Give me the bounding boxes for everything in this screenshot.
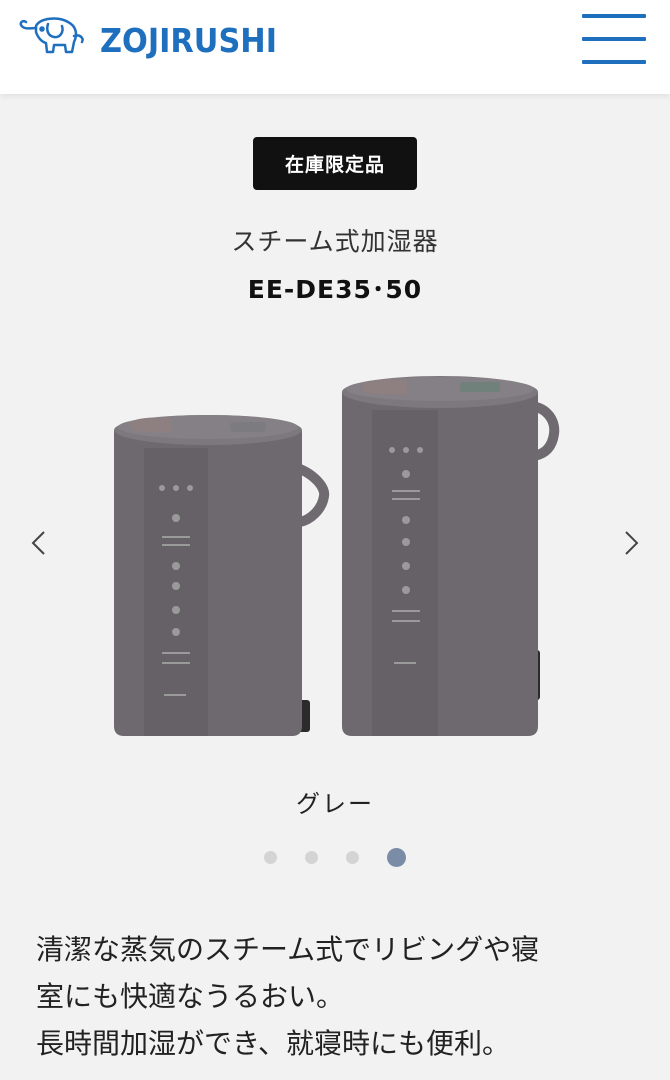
carousel-pagination	[0, 846, 670, 868]
menu-line	[582, 60, 646, 64]
carousel-dot[interactable]	[264, 850, 277, 864]
carousel-next-button[interactable]	[622, 530, 642, 556]
carousel-dot[interactable]	[305, 850, 318, 864]
chevron-right-icon	[625, 531, 639, 555]
humidifier-small	[114, 415, 330, 736]
elephant-logo-icon	[19, 17, 84, 54]
carousel-dot-active[interactable]	[387, 847, 406, 867]
menu-line	[582, 37, 646, 41]
carousel-prev-button[interactable]	[28, 530, 48, 556]
humidifier-large	[342, 376, 560, 736]
description-line: 室にも快適なうるおい。	[36, 980, 345, 1013]
description-line: 長時間加湿ができ、就寝時にも便利。	[36, 1027, 511, 1060]
brand-logo[interactable]: ZOJIRUSHI	[18, 12, 292, 64]
carousel-dot[interactable]	[346, 850, 359, 864]
product-category: スチーム式加湿器	[231, 227, 439, 256]
limited-stock-badge: 在庫限定品	[253, 137, 417, 190]
product-color-label: グレー	[296, 790, 374, 818]
site-header: ZOJIRUSHI	[0, 0, 670, 94]
product-description: 清潔な蒸気のスチーム式でリビングや寝 室にも快適なうるおい。 長時間加湿ができ、…	[36, 926, 636, 1067]
brand-name: ZOJIRUSHI	[100, 20, 278, 60]
description-line: 清潔な蒸気のスチーム式でリビングや寝	[36, 933, 540, 966]
hamburger-menu-button[interactable]	[582, 14, 646, 64]
product-model: EE-DE35･50	[247, 275, 423, 304]
chevron-left-icon	[31, 531, 45, 555]
product-image	[114, 376, 560, 736]
hamburger-menu-icon	[582, 14, 646, 18]
product-image-carousel[interactable]	[0, 330, 670, 760]
